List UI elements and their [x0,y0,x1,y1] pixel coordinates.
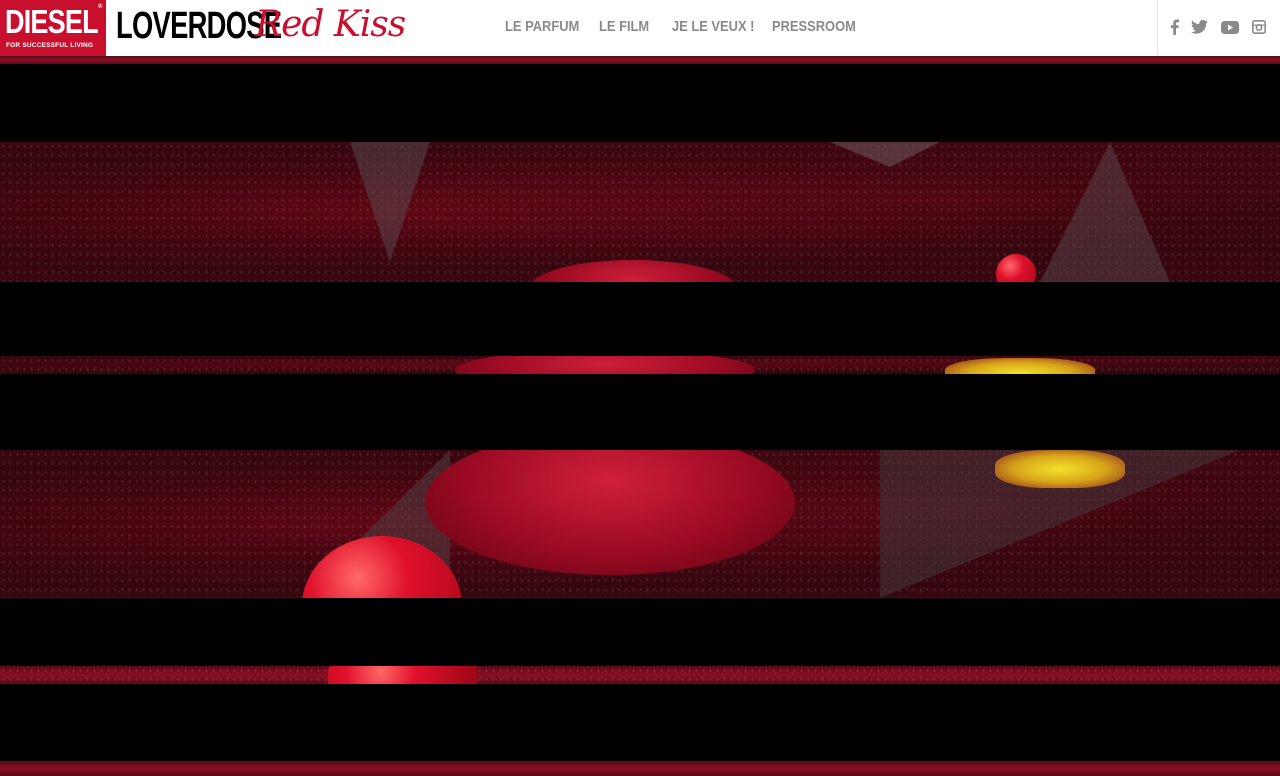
product-sub-title: Red Kiss [255,4,406,45]
registered-mark: ® [98,4,103,10]
nav-item-le-parfum[interactable]: LE PARFUM [505,18,579,36]
video-band [0,450,1280,598]
youtube-icon[interactable] [1221,21,1239,34]
hero-video[interactable] [0,56,1280,776]
triangle-shape [830,142,940,167]
nav-item-pressroom[interactable]: PRESSROOM [772,18,856,36]
cherry-image [328,666,478,684]
triangle-shape [1040,142,1170,282]
noise-texture [0,666,1280,684]
video-band [0,142,1280,282]
twitter-icon[interactable] [1191,19,1208,35]
instagram-icon[interactable] [1252,20,1266,34]
diesel-tagline: FOR SUCCESSFUL LIVING [6,42,94,49]
facebook-icon[interactable] [1170,19,1179,35]
nav-item-je-le-veux[interactable]: JE LE VEUX ! [672,18,754,36]
video-band [0,761,1280,776]
diesel-logo[interactable]: DIESEL ® FOR SUCCESSFUL LIVING [0,0,106,56]
video-band [0,56,1280,64]
yellow-shape [995,450,1125,488]
lips-image [455,356,755,374]
header-divider [1157,0,1158,56]
video-band [0,666,1280,684]
site-header: DIESEL ® FOR SUCCESSFUL LIVING LOVERDOSE… [0,0,1280,56]
yellow-shape [945,358,1095,374]
diesel-logo-word: DIESEL [5,3,99,40]
triangle-shape [350,142,430,262]
video-band [0,356,1280,374]
nav-item-le-film[interactable]: LE FILM [599,18,649,36]
